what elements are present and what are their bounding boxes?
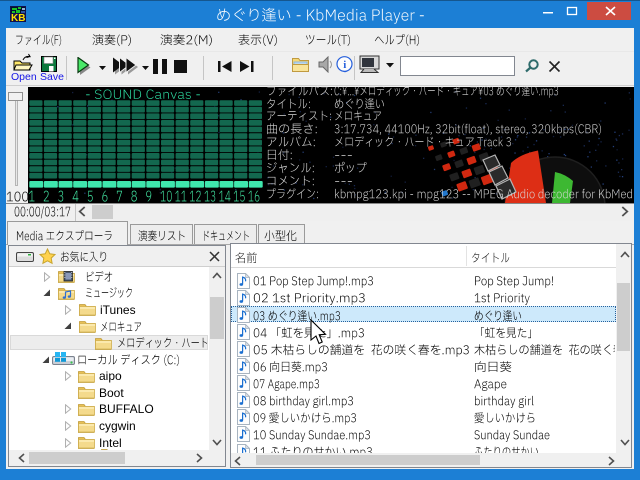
svg-text:KB: KB bbox=[11, 13, 25, 22]
svg-text:i: i bbox=[343, 59, 346, 71]
